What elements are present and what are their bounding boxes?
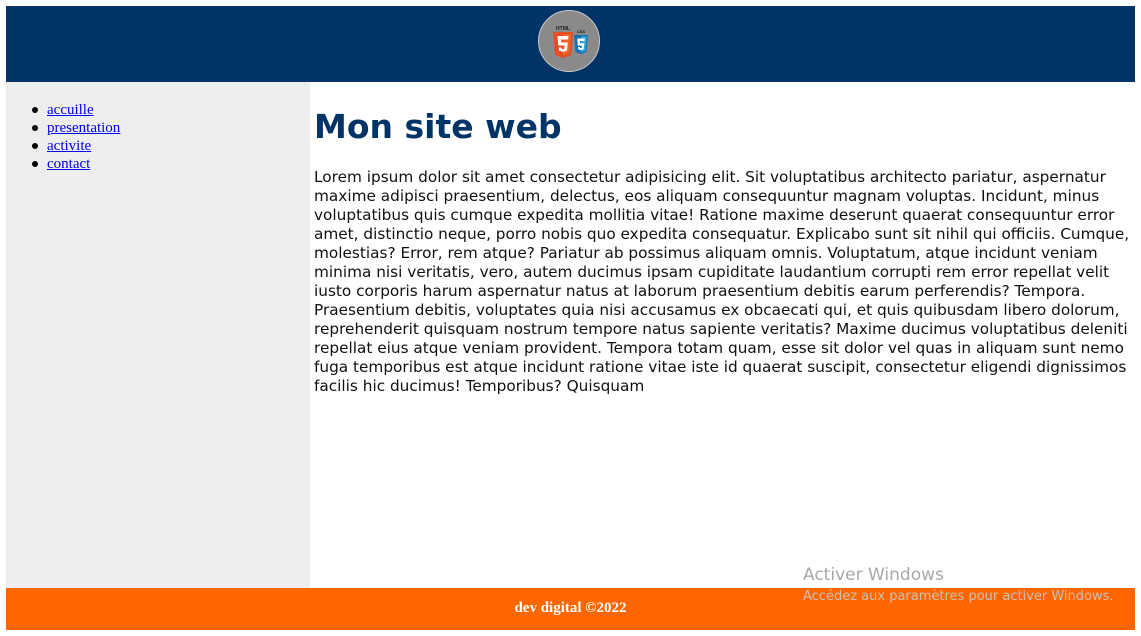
windows-activation-watermark: Activer Windows Accédez aux paramètres p… [803, 565, 1114, 605]
logo-graphic: HTML CSS [553, 26, 588, 58]
main-content: Mon site web Lorem ipsum dolor sit amet … [313, 82, 1131, 588]
watermark-title: Activer Windows [803, 565, 944, 585]
logo-css-label: CSS [577, 29, 586, 34]
sidebar-item-accuille: accuille [29, 101, 120, 119]
bullet-icon [32, 143, 38, 149]
logo-html-label: HTML [556, 26, 570, 32]
sidebar-item-contact: contact [29, 155, 120, 173]
sidebar-link-presentation[interactable]: presentation [47, 120, 120, 136]
sidebar-link-contact[interactable]: contact [47, 156, 90, 172]
sidebar-item-activite: activite [29, 137, 120, 155]
page-title: Mon site web [314, 107, 562, 146]
html5-css3-logo-icon[interactable]: HTML CSS [538, 10, 600, 72]
footer-copyright: dev digital ©2022 [514, 600, 627, 616]
bullet-icon [32, 161, 38, 167]
bullet-icon [32, 125, 38, 131]
site-header: HTML CSS [6, 6, 1135, 82]
sidebar-menu: accuille presentation activite contact [29, 101, 120, 173]
sidebar-link-accuille[interactable]: accuille [47, 102, 94, 118]
watermark-subtitle: Accédez aux paramètres pour activer Wind… [803, 589, 1114, 604]
bullet-icon [32, 107, 38, 113]
sidebar-link-activite[interactable]: activite [47, 138, 91, 154]
page-frame: HTML CSS accuille presentation activite … [6, 6, 1135, 630]
body-paragraph: Lorem ipsum dolor sit amet consectetur a… [314, 168, 1130, 395]
sidebar: accuille presentation activite contact [6, 82, 310, 588]
sidebar-item-presentation: presentation [29, 119, 120, 137]
